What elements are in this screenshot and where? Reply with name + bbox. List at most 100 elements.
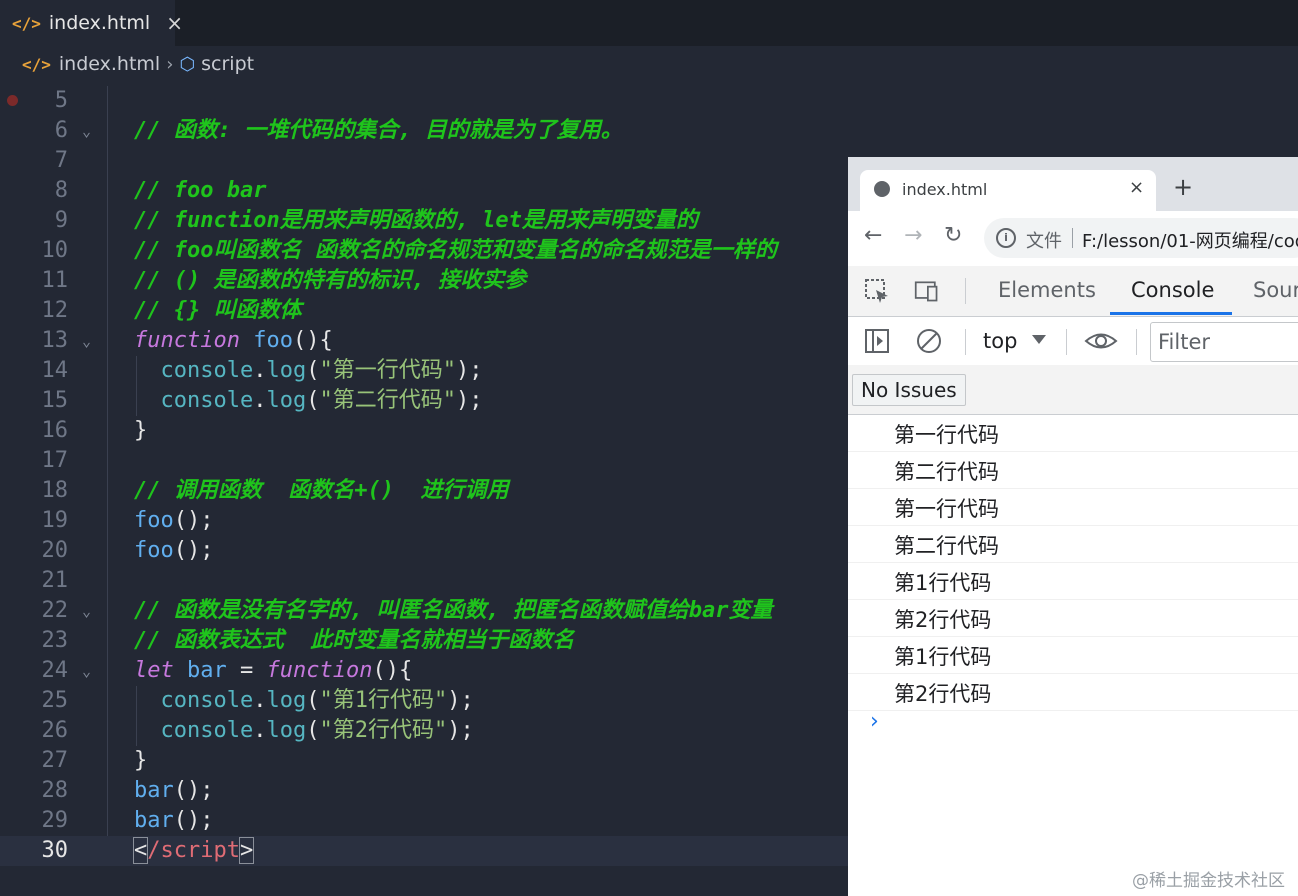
code-token: // 函数: 一堆代码的集合, 目的就是为了复用。	[134, 118, 623, 143]
console-message-text: 第2行代码	[894, 682, 992, 706]
code-line[interactable]: 30 </script>	[0, 836, 848, 866]
breadcrumb-symbol[interactable]: script	[201, 53, 254, 75]
line-number: 28	[41, 778, 69, 803]
code-line[interactable]: 17	[0, 446, 848, 476]
context-selector[interactable]: top	[983, 329, 1017, 353]
editor-tab-index-html[interactable]: </> index.html ×	[0, 0, 183, 46]
issues-row: No Issues	[848, 365, 1298, 415]
fold-chevron-icon[interactable]: ⌄	[82, 326, 91, 356]
code-line[interactable]: 5	[0, 86, 848, 116]
code-line[interactable]: 13 ⌄ function foo(){	[0, 326, 848, 356]
console-message[interactable]: 第二行代码	[848, 452, 1298, 489]
code-line[interactable]: 27}	[0, 746, 848, 776]
code-line[interactable]: 10 // foo叫函数名 函数名的命名规范和变量名的命名规范是一样的	[0, 236, 848, 266]
code-text: // 调用函数 函数名+() 进行调用	[134, 476, 508, 506]
code-line[interactable]: 7	[0, 146, 848, 176]
code-line[interactable]: 14 console.log("第一行代码");	[0, 356, 848, 386]
code-line[interactable]: 19 foo();	[0, 506, 848, 536]
browser-tab[interactable]: index.html ×	[860, 170, 1156, 211]
code-token: );	[455, 388, 483, 413]
code-text: console.log("第二行代码");	[134, 386, 483, 416]
code-token: console	[160, 358, 254, 383]
fold-chevron-icon[interactable]: ⌄	[82, 656, 91, 686]
code-area[interactable]: 5 6 ⌄ // 函数: 一堆代码的集合, 目的就是为了复用。 7 8 // foo bar…	[0, 86, 848, 866]
tab-elements[interactable]: Elements	[998, 278, 1096, 302]
console-message[interactable]: 第2行代码	[848, 600, 1298, 637]
code-line[interactable]: 25 console.log("第1行代码");	[0, 686, 848, 716]
code-token: bar	[134, 778, 174, 803]
symbol-cube-icon: ⬡	[179, 53, 196, 75]
fold-chevron-icon[interactable]: ⌄	[82, 116, 91, 146]
editor-tab-bar: </> index.html ×	[0, 0, 1298, 46]
code-line[interactable]: 23 // 函数表达式 此时变量名就相当于函数名	[0, 626, 848, 656]
line-number: 13	[41, 328, 69, 353]
code-token: "第1行代码"	[319, 688, 448, 713]
line-number: 17	[41, 448, 69, 473]
code-token: .	[253, 388, 267, 413]
live-expression-eye-icon[interactable]	[1084, 328, 1118, 354]
watermark: @稀土掘金技术社区	[1132, 871, 1285, 891]
console-message[interactable]: 第1行代码	[848, 563, 1298, 600]
console-message[interactable]: 第1行代码	[848, 637, 1298, 674]
line-number: 30	[41, 838, 69, 863]
console-toolbar: top Filter	[848, 317, 1298, 366]
line-number: 23	[41, 628, 69, 653]
code-line[interactable]: 20 foo();	[0, 536, 848, 566]
code-line[interactable]: 24 ⌄ let bar = function(){	[0, 656, 848, 686]
code-line[interactable]: 6 ⌄ // 函数: 一堆代码的集合, 目的就是为了复用。	[0, 116, 848, 146]
sidebar-toggle-icon[interactable]	[864, 328, 890, 354]
tab-sources[interactable]: Sour	[1253, 278, 1298, 302]
fold-chevron-icon[interactable]: ⌄	[82, 596, 91, 626]
tab-console[interactable]: Console	[1131, 278, 1214, 302]
code-line[interactable]: 26 console.log("第2行代码");	[0, 716, 848, 746]
console-message[interactable]: 第一行代码	[848, 489, 1298, 526]
code-line[interactable]: 11 // () 是函数的特有的标识, 接收实参	[0, 266, 848, 296]
code-token: function	[134, 328, 240, 353]
code-line[interactable]: 21	[0, 566, 848, 596]
line-number: 8	[54, 178, 68, 203]
chevron-down-icon[interactable]	[1032, 335, 1046, 344]
console-message[interactable]: 第2行代码	[848, 674, 1298, 711]
code-token: ();	[173, 808, 214, 833]
console-filter-input[interactable]: Filter	[1150, 322, 1298, 362]
code-token: // function是用来声明函数的, let是用来声明变量的	[134, 208, 698, 233]
console-prompt-chevron-icon[interactable]: ›	[870, 709, 879, 734]
issues-button[interactable]: No Issues	[852, 374, 966, 406]
code-line[interactable]: 22 ⌄ // 函数是没有名字的, 叫匿名函数, 把匿名函数赋值给bar变量	[0, 596, 848, 626]
console-message[interactable]: 第一行代码	[848, 415, 1298, 452]
back-arrow-icon[interactable]: ←	[864, 223, 882, 248]
code-text: }	[134, 416, 147, 446]
code-token: log	[266, 688, 307, 713]
address-scheme-label: 文件	[1026, 231, 1062, 252]
line-number: 6	[54, 118, 68, 143]
reload-icon[interactable]: ↻	[944, 223, 962, 248]
console-message[interactable]: 第二行代码	[848, 526, 1298, 563]
line-number: 20	[41, 538, 69, 563]
close-icon[interactable]: ×	[166, 11, 183, 35]
forward-arrow-icon[interactable]: →	[904, 223, 922, 248]
address-url[interactable]: F:/lesson/01-网页编程/code	[1082, 227, 1298, 253]
info-icon[interactable]: i	[996, 228, 1016, 248]
toolbar-divider	[965, 278, 966, 304]
code-text: // () 是函数的特有的标识, 接收实参	[134, 266, 526, 296]
code-line[interactable]: 15 console.log("第二行代码");	[0, 386, 848, 416]
code-text: console.log("第一行代码");	[134, 356, 483, 386]
code-token: bar	[134, 808, 174, 833]
new-tab-button[interactable]: +	[1173, 173, 1193, 201]
browser-tab-strip: index.html × +	[848, 157, 1298, 211]
inspect-element-icon[interactable]	[864, 278, 890, 304]
code-text: // function是用来声明函数的, let是用来声明变量的	[134, 206, 698, 236]
close-icon[interactable]: ×	[1129, 177, 1144, 198]
code-line[interactable]: 16}	[0, 416, 848, 446]
breadcrumb-file[interactable]: index.html	[59, 53, 160, 75]
code-line[interactable]: 12 // {} 叫函数体	[0, 296, 848, 326]
clear-console-icon[interactable]	[916, 328, 942, 354]
code-line[interactable]: 8 // foo bar	[0, 176, 848, 206]
code-line[interactable]: 29 bar();	[0, 806, 848, 836]
code-line[interactable]: 9 // function是用来声明函数的, let是用来声明变量的	[0, 206, 848, 236]
code-token: =	[226, 658, 267, 683]
device-toolbar-icon[interactable]	[914, 278, 940, 304]
code-line[interactable]: 28 bar();	[0, 776, 848, 806]
address-bar[interactable]: i 文件 F:/lesson/01-网页编程/code	[984, 218, 1298, 258]
code-line[interactable]: 18 // 调用函数 函数名+() 进行调用	[0, 476, 848, 506]
